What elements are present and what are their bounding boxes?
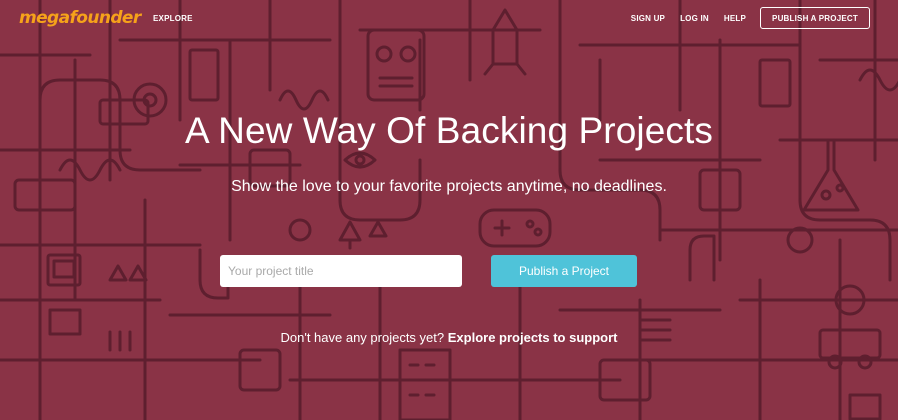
logo[interactable]: megafounder bbox=[19, 8, 141, 28]
hero-title: A New Way Of Backing Projects bbox=[185, 110, 713, 151]
nav-signup[interactable]: SIGN UP bbox=[631, 14, 665, 23]
explore-cta: Don't have any projects yet? Explore pro… bbox=[0, 330, 898, 345]
publish-project-nav-button[interactable]: PUBLISH A PROJECT bbox=[760, 7, 870, 29]
nav-login[interactable]: LOG IN bbox=[680, 14, 709, 23]
project-title-input[interactable] bbox=[220, 255, 462, 287]
background-illustration bbox=[0, 0, 898, 420]
hero-subtitle: Show the love to your favorite projects … bbox=[231, 178, 667, 195]
nav-explore[interactable]: EXPLORE bbox=[153, 14, 193, 23]
explore-projects-link[interactable]: Explore projects to support bbox=[448, 330, 618, 345]
nav-help[interactable]: HELP bbox=[724, 14, 746, 23]
cta-prefix: Don't have any projects yet? bbox=[280, 330, 445, 345]
top-nav-right: SIGN UP LOG IN HELP bbox=[631, 14, 746, 23]
publish-project-button[interactable]: Publish a Project bbox=[491, 255, 637, 287]
